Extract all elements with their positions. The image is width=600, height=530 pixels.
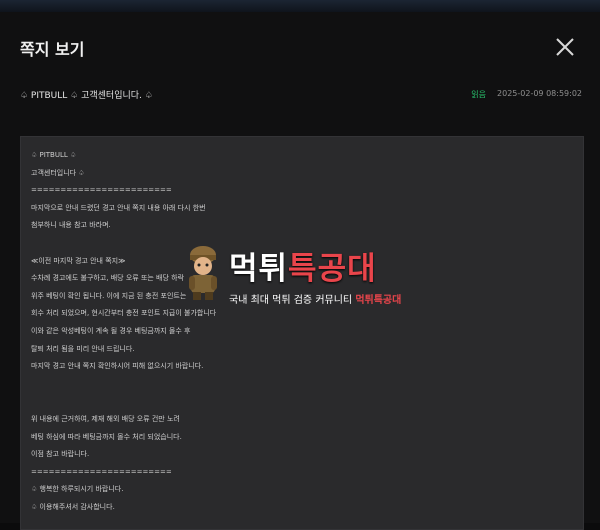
close-button[interactable] [552,34,578,60]
message-body: ♤ PITBULL ♤ 고객센터입니다 ♤ ====================… [20,136,584,530]
message-line: 마지막으로 안내 드렸던 경고 안내 쪽지 내용 아래 다시 한번 [31,203,206,212]
message-header: ♤ PITBULL ♤ 고객센터입니다. ♤ 읽음 2025-02-09 08:… [20,88,582,102]
message-line: 베팅 하심에 따라 베팅금까지 몰수 처리 되었습니다. [31,432,182,441]
message-line: 마지막 경고 안내 쪽지 확인하시어 피해 없으시기 바랍니다. [31,362,204,371]
message-line: 이점 참고 바랍니다. [31,450,90,459]
message-line [31,376,571,394]
message-line: ======================== [31,467,172,476]
message-line: 고객센터입니다 ♤ [31,168,85,177]
message-modal: 쪽지 보기 ♤ PITBULL ♤ 고객센터입니다. ♤ 읽음 2025-02-… [0,12,600,530]
message-line: ♤ 이용해주셔서 감사합니다. [31,502,115,511]
message-sender: ♤ PITBULL ♤ 고객센터입니다. ♤ [20,91,153,101]
message-line: 탈퇴 처리 됨을 미리 안내 드립니다. [31,344,135,353]
modal-title: 쪽지 보기 [20,40,85,59]
message-date: 2025-02-09 08:59:02 [497,89,582,98]
message-line: ♤ PITBULL ♤ [31,151,77,159]
message-line [31,235,571,253]
message-line: 회수 처리 되었으며, 현시간부터 충전 포인트 지급이 불가합니다 [31,309,217,318]
message-line: 위 내용에 근거하여, 제재 해외 배당 오류 건만 노려 [31,414,180,423]
message-line: ======================== [31,186,172,195]
read-status-badge: 읽음 [471,90,486,99]
message-lines: ♤ PITBULL ♤ 고객센터입니다 ♤ ====================… [31,147,571,516]
message-line: 수차례 경고에도 불구하고, 배당 오류 또는 배당 하락 [31,274,185,283]
message-line: ♤ 행복한 하루되시기 바랍니다. [31,485,124,494]
message-line [31,393,571,411]
message-line: ≪이전 마지막 경고 안내 쪽지≫ [31,256,126,265]
close-icon [556,38,574,56]
message-line: 이와 같은 악성베팅이 계속 될 경우 베팅금까지 몰수 후 [31,326,191,335]
message-line: 위주 베팅이 확인 됩니다. 이에 지금 된 충전 포인트는 [31,291,187,300]
message-line: 첨부하니 내용 참고 바라며. [31,221,111,230]
